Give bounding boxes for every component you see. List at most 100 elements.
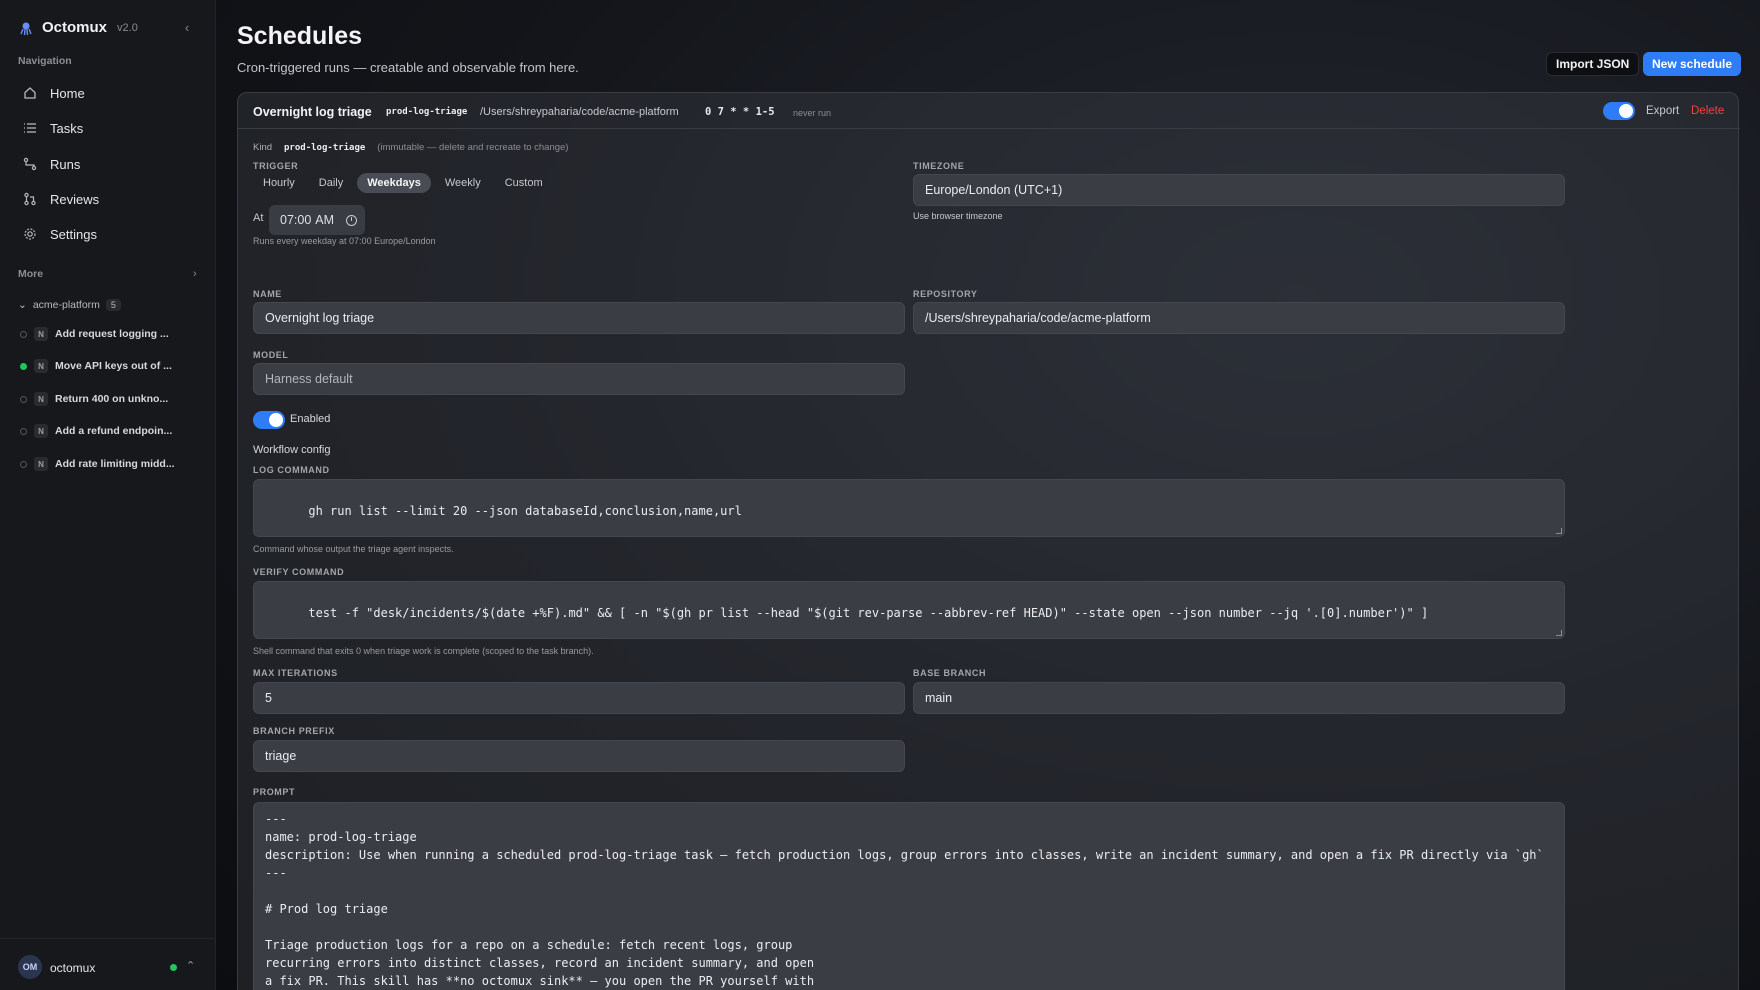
enabled-toggle[interactable]: [253, 411, 285, 429]
schedule-repo: /Users/shreypaharia/code/acme-platform: [480, 106, 679, 118]
verify-command-text: test -f "desk/incidents/$(date +%F).md" …: [308, 606, 1429, 620]
model-input[interactable]: Harness default: [253, 363, 905, 395]
repo-group-header[interactable]: ⌄ acme-platform 5: [18, 299, 121, 311]
repo-group-name: acme-platform: [32, 299, 100, 311]
trigger-option-hourly[interactable]: Hourly: [253, 173, 305, 193]
sidebar-task-item[interactable]: N Return 400 on unkno...: [20, 387, 206, 411]
log-command-textarea[interactable]: gh run list --limit 20 --json databaseId…: [253, 479, 1565, 537]
schedule-card-header[interactable]: Overnight log triage prod-log-triage /Us…: [238, 93, 1740, 129]
name-label: NAME: [253, 289, 282, 299]
prompt-label: PROMPT: [253, 787, 296, 797]
import-json-button[interactable]: Import JSON: [1546, 52, 1640, 76]
chevron-up-icon[interactable]: ⌃: [186, 959, 195, 972]
delete-button[interactable]: Delete: [1691, 105, 1724, 117]
new-schedule-button[interactable]: New schedule: [1643, 52, 1742, 76]
kind-label: Kind: [253, 142, 273, 153]
nav-label: Runs: [50, 156, 81, 172]
schedule-cron: 0 7 * * 1-5: [705, 106, 775, 118]
nav-item-settings[interactable]: Settings: [14, 219, 202, 249]
task-badge: N: [34, 392, 48, 406]
schedule-kind: prod-log-triage: [386, 107, 468, 117]
task-label: Add request logging ...: [55, 328, 169, 340]
trigger-segmented-control: Hourly Daily Weekdays Weekly Custom: [253, 173, 553, 193]
workflow-config-title: Workflow config: [253, 444, 331, 456]
task-status-dot: [20, 395, 27, 403]
task-badge: N: [34, 457, 48, 471]
brand[interactable]: Octomux v2.0: [18, 19, 138, 36]
nav-label: Reviews: [50, 191, 100, 207]
trigger-option-weekdays[interactable]: Weekdays: [357, 173, 431, 193]
more-label[interactable]: More: [18, 268, 43, 280]
octopus-logo-icon: [18, 20, 34, 36]
trigger-label: TRIGGER: [253, 161, 299, 171]
nav-item-home[interactable]: Home: [14, 78, 202, 108]
schedule-enabled-toggle[interactable]: [1603, 102, 1635, 120]
app-version: v2.0: [117, 21, 138, 34]
clock-icon[interactable]: [346, 214, 358, 226]
max-iterations-input[interactable]: 5: [253, 682, 905, 714]
task-status-dot: [20, 427, 27, 435]
page-subtitle: Cron-triggered runs — creatable and obse…: [237, 60, 579, 75]
enabled-label: Enabled: [290, 413, 331, 425]
resize-handle-icon[interactable]: [1556, 630, 1562, 636]
kind-note: (immutable — delete and recreate to chan…: [377, 142, 569, 153]
home-icon: [22, 85, 38, 101]
task-badge: N: [34, 359, 48, 373]
repository-input[interactable]: /Users/shreypaharia/code/acme-platform: [913, 302, 1565, 334]
branch-prefix-input[interactable]: triage: [253, 740, 905, 772]
sidebar-task-item[interactable]: N Add a refund endpoin...: [20, 419, 206, 443]
kind-value: prod-log-triage: [284, 142, 366, 153]
navigation-label: Navigation: [18, 55, 72, 67]
timezone-label: TIMEZONE: [913, 161, 965, 171]
prompt-textarea[interactable]: --- name: prod-log-triage description: U…: [253, 802, 1565, 990]
task-status-dot: [20, 460, 27, 468]
max-iterations-label: MAX ITERATIONS: [253, 668, 338, 678]
schedule-last-run: never run: [793, 108, 832, 118]
trigger-option-custom[interactable]: Custom: [495, 173, 553, 193]
main-content: Schedules Cron-triggered runs — creatabl…: [216, 0, 1760, 990]
log-command-text: gh run list --limit 20 --json databaseId…: [308, 504, 742, 518]
task-label: Add a refund endpoin...: [55, 425, 173, 437]
verify-command-hint: Shell command that exits 0 when triage w…: [253, 646, 594, 656]
repo-group-count: 5: [105, 299, 121, 311]
trigger-hint: Runs every weekday at 07:00 Europe/Londo…: [253, 236, 436, 246]
kind-row: Kind prod-log-triage (immutable — delete…: [253, 142, 568, 153]
task-label: Move API keys out of ...: [55, 360, 172, 372]
gear-icon: [22, 226, 38, 242]
timezone-select[interactable]: Europe/London (UTC+1): [913, 174, 1565, 206]
log-command-label: LOG COMMAND: [253, 465, 330, 475]
branch-prefix-label: BRANCH PREFIX: [253, 726, 335, 736]
nav-item-reviews[interactable]: Reviews: [14, 184, 202, 214]
base-branch-input[interactable]: main: [913, 682, 1565, 714]
repository-label: REPOSITORY: [913, 289, 978, 299]
nav-label: Home: [50, 85, 85, 101]
export-button[interactable]: Export: [1646, 105, 1679, 117]
sidebar-task-item[interactable]: N Move API keys out of ...: [20, 354, 206, 378]
time-input[interactable]: 07:00 AM: [269, 205, 365, 235]
user-bar[interactable]: OM octomux ⌃: [0, 938, 216, 990]
trigger-option-weekly[interactable]: Weekly: [435, 173, 491, 193]
sidebar-task-item[interactable]: N Add rate limiting midd...: [20, 452, 206, 476]
use-browser-timezone-link[interactable]: Use browser timezone: [913, 211, 1003, 221]
name-input[interactable]: Overnight log triage: [253, 302, 905, 334]
online-status-dot: [170, 964, 177, 971]
trigger-option-daily[interactable]: Daily: [309, 173, 353, 193]
task-status-dot: [20, 362, 27, 370]
task-label: Add rate limiting midd...: [55, 458, 175, 470]
verify-command-label: VERIFY COMMAND: [253, 567, 345, 577]
verify-command-textarea[interactable]: test -f "desk/incidents/$(date +%F).md" …: [253, 581, 1565, 639]
nav-item-runs[interactable]: Runs: [14, 149, 202, 179]
sidebar-task-item[interactable]: N Add request logging ...: [20, 322, 206, 346]
task-badge: N: [34, 327, 48, 341]
resize-handle-icon[interactable]: [1556, 528, 1562, 534]
nav-label: Settings: [50, 226, 97, 242]
app-name: Octomux: [42, 19, 108, 36]
reviews-icon: [22, 191, 38, 207]
nav-item-tasks[interactable]: Tasks: [14, 113, 202, 143]
chevron-right-icon[interactable]: ›: [193, 268, 197, 280]
model-label: MODEL: [253, 350, 289, 360]
at-label: At: [253, 212, 264, 224]
page-title: Schedules: [237, 22, 363, 50]
user-name: octomux: [50, 961, 96, 975]
collapse-sidebar-icon[interactable]: ‹: [180, 21, 194, 35]
